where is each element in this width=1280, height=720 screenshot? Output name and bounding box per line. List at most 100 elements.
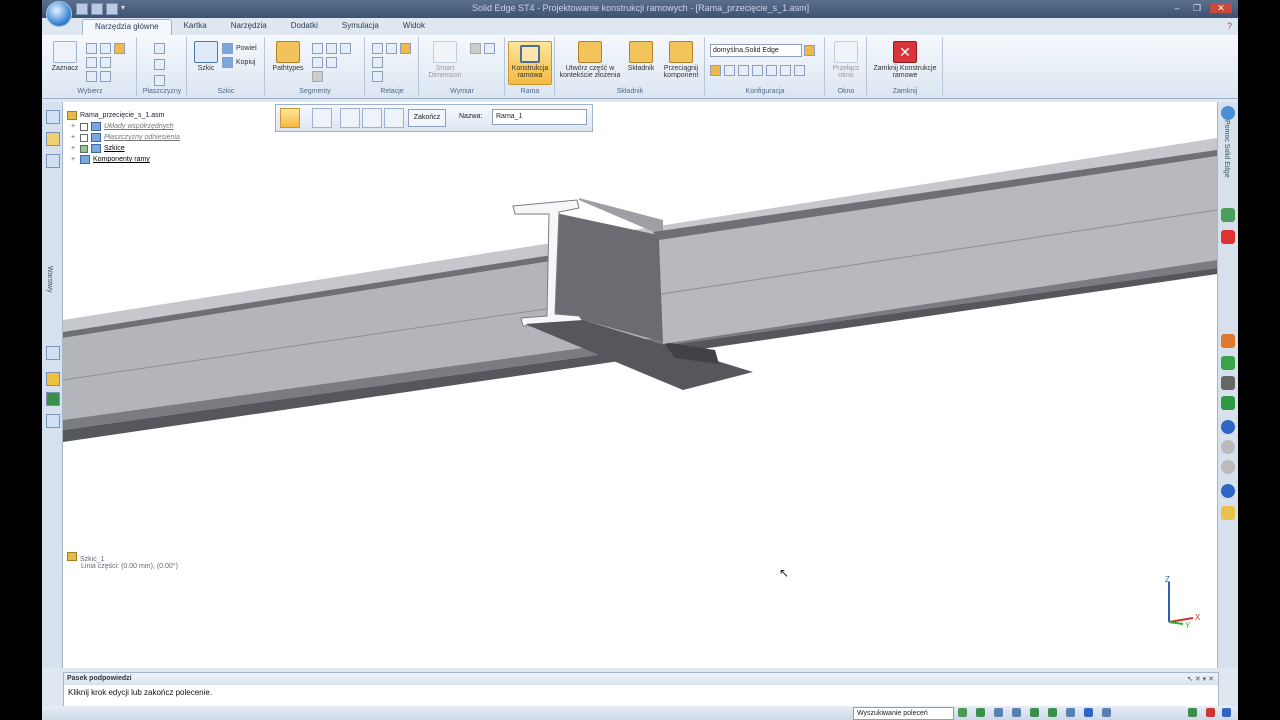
tree-item-coordinate-systems[interactable]: + Układy współrzędnych	[67, 121, 180, 132]
library-icon[interactable]	[46, 132, 60, 146]
parallel-icon[interactable]	[386, 43, 397, 54]
youtube-icon[interactable]	[1221, 230, 1235, 244]
status-pan-icon[interactable]	[994, 708, 1003, 717]
visibility-checkbox[interactable]	[80, 133, 88, 142]
select-tool-icon[interactable]	[86, 43, 97, 54]
feature-library-icon[interactable]	[46, 154, 60, 168]
minimize-button[interactable]: –	[1170, 3, 1184, 13]
point-icon[interactable]	[312, 71, 323, 82]
line-icon[interactable]	[312, 43, 323, 54]
connect-icon[interactable]	[372, 43, 383, 54]
open-config-icon[interactable]	[710, 65, 721, 76]
smart-dimension-button[interactable]: Smart Dimension	[424, 41, 466, 79]
status-green-icon[interactable]	[1188, 708, 1197, 717]
tree-item-reference-planes[interactable]: + Płaszczyzny odniesienia	[67, 132, 180, 143]
help-tab[interactable]: Pomoc Solid Edge	[1223, 120, 1230, 178]
sketch-button[interactable]: Szkic	[192, 41, 220, 72]
redo-icon[interactable]	[106, 3, 118, 15]
frame-settings-button[interactable]	[312, 108, 332, 128]
community-icon[interactable]	[1221, 208, 1235, 222]
tangent-icon[interactable]	[372, 71, 383, 82]
close-frame-button[interactable]: ✕ Zamknij Konstrukcje ramowe	[872, 41, 938, 79]
status-zoom-icon[interactable]	[958, 708, 967, 717]
tree-root[interactable]: Rama_przecięcie_s_1.asm	[67, 110, 180, 121]
frame-model[interactable]	[63, 102, 1217, 668]
select-button[interactable]: Zaznacz	[48, 41, 82, 72]
status-red-icon[interactable]	[1206, 708, 1215, 717]
prompt-controls[interactable]: ↖ ✕ ▾ ✕	[1187, 675, 1214, 683]
pan-icon[interactable]	[1221, 460, 1235, 474]
select-path-button[interactable]	[340, 108, 360, 128]
info-icon[interactable]	[1221, 356, 1235, 370]
zoom-area-icon[interactable]	[1221, 506, 1235, 520]
undo-icon[interactable]	[91, 3, 103, 15]
name-input[interactable]: Rama_1	[492, 109, 587, 125]
finish-button[interactable]: Zakończ	[408, 109, 446, 127]
zoom-icon[interactable]	[1221, 440, 1235, 454]
status-rotate-icon[interactable]	[1012, 708, 1021, 717]
end-treatment-button[interactable]	[384, 108, 404, 128]
config-save-icon[interactable]	[804, 45, 815, 56]
properties-icon[interactable]	[46, 414, 60, 428]
drag-component-button[interactable]: Przeciągnij komponent	[660, 41, 702, 79]
tab-addins[interactable]: Dodatki	[279, 19, 330, 35]
component-button[interactable]: Składnik	[626, 41, 656, 72]
sensor-icon[interactable]	[46, 372, 60, 386]
status-camera-icon[interactable]	[1102, 708, 1111, 717]
move-icon[interactable]	[86, 57, 97, 68]
mirror-icon[interactable]	[100, 71, 111, 82]
curve-icon[interactable]	[326, 57, 337, 68]
shaded-view-icon[interactable]	[1221, 334, 1235, 348]
lock-icon[interactable]	[100, 57, 111, 68]
command-search-input[interactable]: Wyszukiwanie poleceń	[853, 707, 954, 720]
save-icon[interactable]	[76, 3, 88, 15]
status-view-icon[interactable]	[1030, 708, 1039, 717]
expand-icon[interactable]: +	[71, 156, 77, 163]
display-mode-icon[interactable]	[1221, 396, 1235, 410]
layers-tab[interactable]: Warstwy	[46, 266, 53, 293]
plane-offset-icon[interactable]	[154, 59, 165, 70]
replicate-button[interactable]: Powiel	[222, 43, 257, 54]
qat-dropdown[interactable]: ▾	[121, 3, 125, 13]
tree-item-sketches[interactable]: + Szkice	[67, 143, 180, 154]
pathfinder-icon[interactable]	[46, 110, 60, 124]
copy-icon[interactable]	[100, 43, 111, 54]
3d-viewport[interactable]: Zakończ Nazwa: Rama_1 Rama_przecięcie_s_…	[63, 102, 1217, 668]
fillet-icon[interactable]	[340, 43, 351, 54]
maximize-button[interactable]: ❐	[1190, 3, 1204, 13]
camera-view-icon[interactable]	[1221, 376, 1235, 390]
dim-between-icon[interactable]	[470, 43, 481, 54]
plane-icon[interactable]	[154, 43, 165, 54]
sketch-name-label[interactable]: Szkic_1	[67, 552, 178, 563]
rotate-view-icon[interactable]	[1221, 484, 1235, 498]
create-in-place-button[interactable]: Utwórz część w kontekście złożenia	[558, 41, 622, 79]
dim-style-icon[interactable]	[484, 43, 495, 54]
plane-angle-icon[interactable]	[154, 75, 165, 86]
profile-button[interactable]	[362, 108, 382, 128]
display-icon[interactable]	[794, 65, 805, 76]
tree-item-frame-components[interactable]: + Komponenty ramy	[67, 154, 180, 165]
tab-sheet[interactable]: Kartka	[172, 19, 219, 35]
frame-design-button[interactable]: Konstrukcja ramowa	[508, 41, 552, 85]
show-icon[interactable]	[724, 65, 735, 76]
status-sections-icon[interactable]	[1066, 708, 1075, 717]
application-button[interactable]	[46, 1, 72, 27]
close-button[interactable]: ✕	[1210, 3, 1232, 13]
status-fit-icon[interactable]	[976, 708, 985, 717]
filter-icon[interactable]	[114, 43, 125, 54]
pathtypes-button[interactable]: Pathtypes	[270, 41, 306, 72]
rotate-icon[interactable]	[86, 71, 97, 82]
status-orient-icon[interactable]	[1084, 708, 1093, 717]
copy-sketch-button[interactable]: Kopiuj	[222, 57, 255, 68]
tab-simulation[interactable]: Symulacja	[330, 19, 391, 35]
switch-window-button[interactable]: Przełącz okno	[828, 41, 864, 79]
arc-icon[interactable]	[312, 57, 323, 68]
camera-icon[interactable]	[780, 65, 791, 76]
globe-icon[interactable]	[1221, 420, 1235, 434]
hide-all-icon[interactable]	[766, 65, 777, 76]
help-circle-icon[interactable]	[1221, 106, 1235, 120]
tab-home[interactable]: Narzędzia główne	[82, 19, 172, 35]
help-icon[interactable]: ?	[1227, 21, 1232, 31]
expand-icon[interactable]: +	[71, 123, 77, 130]
relation-handle-icon[interactable]	[400, 43, 411, 54]
